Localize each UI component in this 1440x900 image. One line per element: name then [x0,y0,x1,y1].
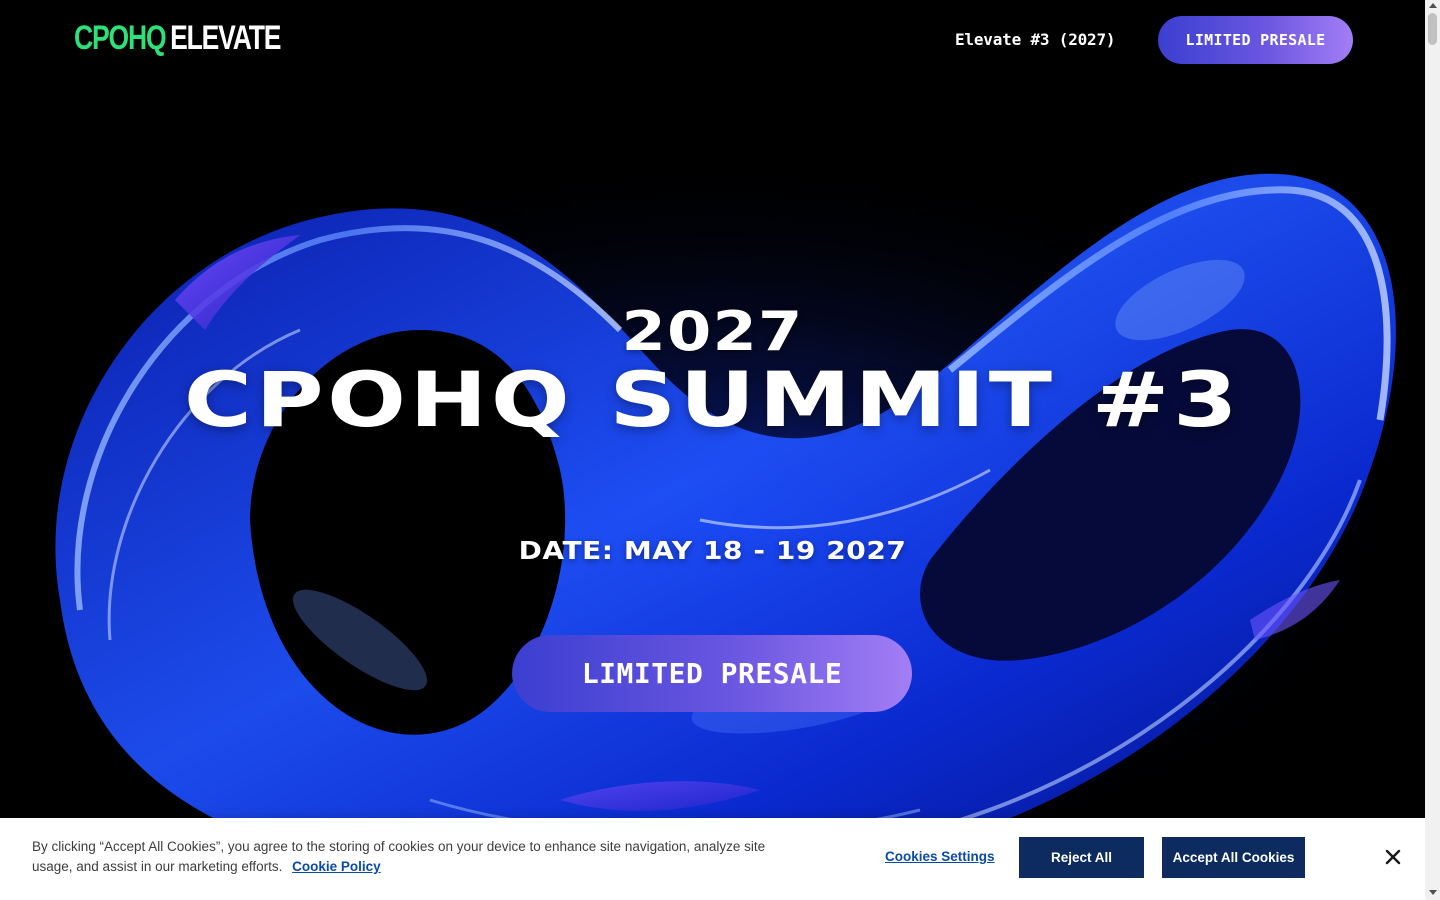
cookies-settings-link[interactable]: Cookies Settings [885,848,995,866]
reject-all-button[interactable]: Reject All [1019,837,1144,878]
hero-year: 2027 [621,300,804,363]
hero-limited-presale-button[interactable]: LIMITED PRESALE [512,635,912,712]
page-viewport: CPOHQ ELEVATE Elevate #3 (2027) LIMITED … [0,0,1425,900]
cookie-policy-link[interactable]: Cookie Policy [292,859,381,874]
cpohq-elevate-logo[interactable]: CPOHQ ELEVATE [74,18,281,60]
scroll-down-arrow-icon[interactable] [1428,890,1437,895]
cookie-banner-text: By clicking “Accept All Cookies”, you ag… [32,837,792,877]
page-scrollbar[interactable] [1425,0,1440,900]
logo-text-elevate: ELEVATE [170,19,281,57]
hero-title: CPOHQ SUMMIT #3 [183,355,1242,444]
close-icon[interactable] [1382,846,1404,868]
hero-torus-artwork [0,140,1425,900]
accept-all-cookies-button[interactable]: Accept All Cookies [1162,837,1305,878]
nav-link-elevate-3[interactable]: Elevate #3 (2027) [955,30,1116,50]
cookie-consent-message: By clicking “Accept All Cookies”, you ag… [32,839,766,874]
header-limited-presale-button[interactable]: LIMITED PRESALE [1158,16,1353,64]
site-header: CPOHQ ELEVATE Elevate #3 (2027) LIMITED … [0,0,1425,80]
hero-date: DATE: MAY 18 - 19 2027 [518,536,907,565]
scrollbar-thumb[interactable] [1428,13,1437,45]
scroll-up-arrow-icon[interactable] [1428,3,1437,8]
logo-text-cpohq: CPOHQ [74,19,167,57]
